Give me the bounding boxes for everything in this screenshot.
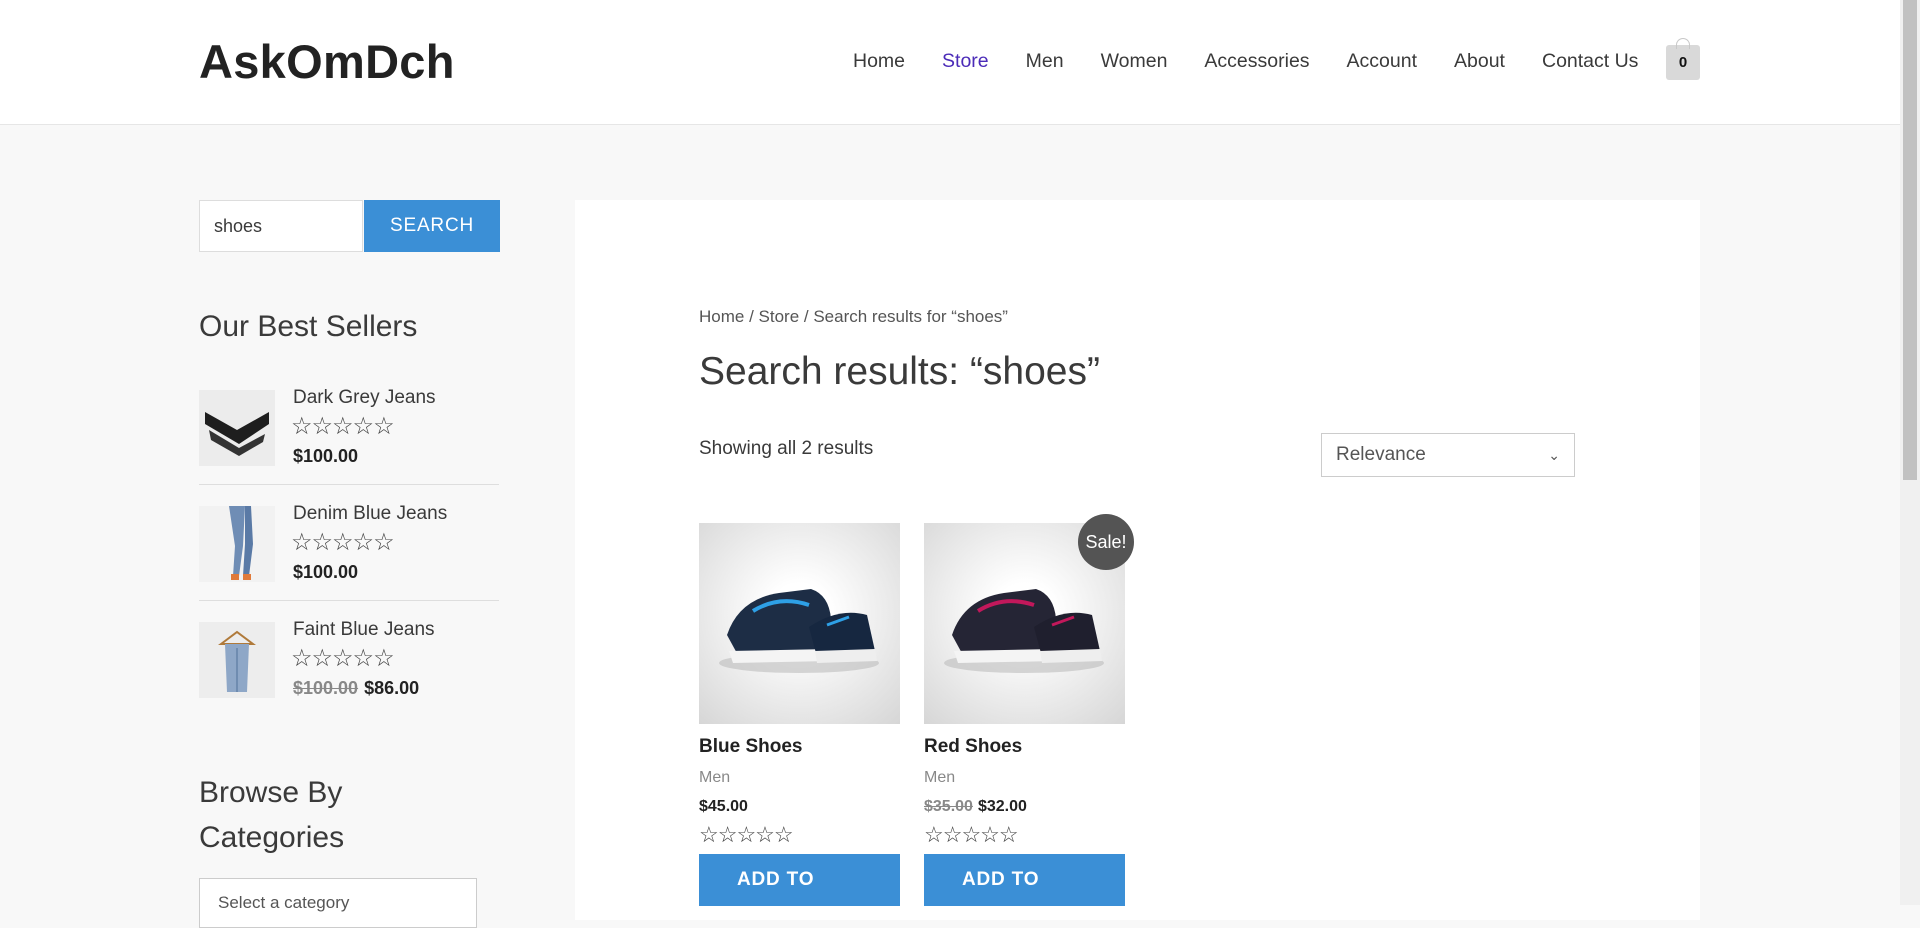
cart-icon[interactable]: 0 <box>1666 38 1700 80</box>
best-seller-name[interactable]: Denim Blue Jeans <box>293 503 447 525</box>
best-seller-name[interactable]: Dark Grey Jeans <box>293 387 436 409</box>
orderby-select[interactable]: Relevance ⌄ <box>1321 433 1575 477</box>
product-thumbnail-faint-blue-jeans[interactable] <box>199 622 275 698</box>
best-seller-item: Denim Blue Jeans ☆☆☆☆☆ $100.00 <box>199 503 499 611</box>
cart-count: 0 <box>1678 54 1688 71</box>
nav-men[interactable]: Men <box>1026 50 1064 73</box>
scrollbar-thumb[interactable] <box>1903 0 1917 480</box>
nav-about[interactable]: About <box>1454 50 1505 73</box>
best-seller-price: $100.00 $86.00 <box>293 678 419 699</box>
main-content: Home / Store / Search results for “shoes… <box>575 200 1700 920</box>
product-title[interactable]: Blue Shoes <box>699 736 900 758</box>
nav-contact-us[interactable]: Contact Us <box>1542 50 1638 73</box>
breadcrumb: Home / Store / Search results for “shoes… <box>699 307 1008 326</box>
star-rating: ☆☆☆☆☆ <box>291 413 395 440</box>
chevron-down-icon: ⌄ <box>1548 446 1560 463</box>
star-rating: ☆☆☆☆☆ <box>291 645 395 672</box>
search-input[interactable] <box>199 200 363 252</box>
nav-accessories[interactable]: Accessories <box>1204 50 1309 73</box>
search-button[interactable]: SEARCH <box>364 200 500 252</box>
old-price: $35.00 <box>924 798 973 815</box>
product-card: Blue Shoes Men $45.00 ☆☆☆☆☆ ADD TO <box>699 523 900 906</box>
product-category[interactable]: Men <box>699 769 900 787</box>
star-rating: ☆☆☆☆☆ <box>291 529 395 556</box>
main-nav: Home Store Men Women Accessories Account… <box>853 50 1675 73</box>
sale-badge: Sale! <box>1078 514 1134 570</box>
product-price: $45.00 <box>699 798 748 815</box>
best-seller-item: Faint Blue Jeans ☆☆☆☆☆ $100.00 $86.00 <box>199 619 499 727</box>
best-seller-price: $100.00 <box>293 562 359 582</box>
category-select[interactable]: Select a category <box>199 878 477 928</box>
product-image-blue-shoes[interactable] <box>699 523 900 724</box>
product-thumbnail-denim-blue-jeans[interactable] <box>199 506 275 582</box>
divider <box>199 600 499 601</box>
old-price: $100.00 <box>293 678 359 698</box>
nav-store[interactable]: Store <box>942 50 989 73</box>
vertical-scrollbar[interactable] <box>1900 0 1920 905</box>
site-logo[interactable]: AskOmDch <box>199 34 455 89</box>
divider <box>199 484 499 485</box>
browse-categories-heading: Browse By Categories <box>199 776 345 854</box>
add-to-cart-button[interactable]: ADD TO <box>924 854 1125 906</box>
result-count: Showing all 2 results <box>699 438 874 459</box>
product-card: Red Shoes Men $35.00 $32.00 ☆☆☆☆☆ ADD TO <box>924 523 1125 906</box>
best-seller-name[interactable]: Faint Blue Jeans <box>293 619 435 641</box>
category-select-value: Select a category <box>218 893 350 912</box>
sale-price: $86.00 <box>364 678 420 698</box>
orderby-value: Relevance <box>1336 444 1426 465</box>
site-header: AskOmDch Home Store Men Women Accessorie… <box>0 0 1900 125</box>
breadcrumb-store[interactable]: Store <box>759 307 800 326</box>
star-rating: ☆☆☆☆☆ <box>924 822 1019 847</box>
best-seller-item: Dark Grey Jeans ☆☆☆☆☆ $100.00 <box>199 387 499 495</box>
star-rating: ☆☆☆☆☆ <box>699 822 794 847</box>
best-sellers-heading: Our Best Sellers <box>199 310 418 343</box>
add-to-cart-button[interactable]: ADD TO <box>699 854 900 906</box>
breadcrumb-home[interactable]: Home <box>699 307 744 326</box>
sale-price: $32.00 <box>977 798 1027 815</box>
product-price: $35.00 $32.00 <box>924 798 1125 816</box>
page-title: Search results: “shoes” <box>699 350 1100 393</box>
product-thumbnail-dark-grey-jeans[interactable] <box>199 390 275 466</box>
best-seller-price: $100.00 <box>293 446 359 466</box>
nav-home[interactable]: Home <box>853 50 905 73</box>
product-category[interactable]: Men <box>924 769 1125 787</box>
nav-women[interactable]: Women <box>1101 50 1168 73</box>
nav-account[interactable]: Account <box>1347 50 1417 73</box>
product-title[interactable]: Red Shoes <box>924 736 1125 758</box>
breadcrumb-current: Search results for “shoes” <box>813 307 1008 326</box>
